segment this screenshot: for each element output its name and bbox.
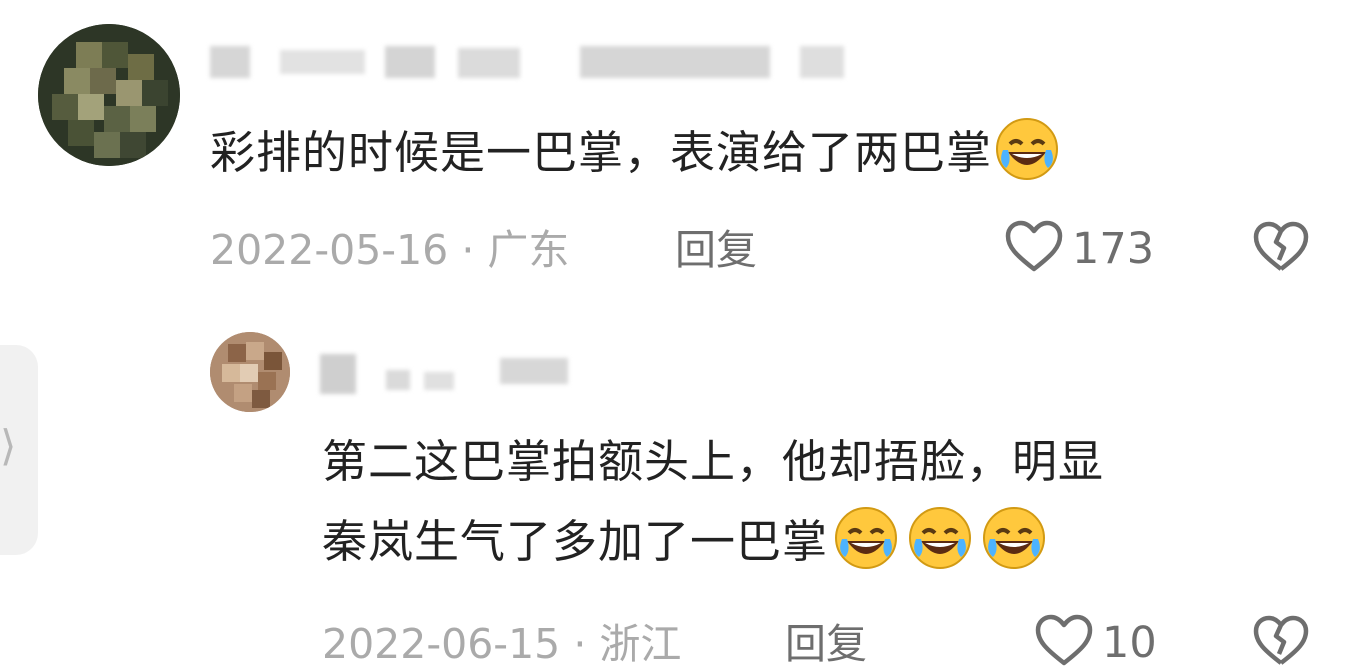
username-blurred[interactable] — [320, 352, 580, 396]
heart-outline-icon[interactable] — [1034, 613, 1094, 669]
comment-text-line: 第二这巴掌拍额头上，他却捂脸，明显 — [322, 435, 1105, 488]
laughing-emoji-icon — [978, 505, 1050, 596]
reply-button[interactable]: 回复 — [675, 222, 757, 278]
laughing-emoji-icon — [830, 505, 902, 596]
laughing-emoji-icon — [994, 116, 1060, 207]
broken-heart-icon[interactable] — [1252, 614, 1310, 668]
comment-text: 第二这巴掌拍额头上，他却捂脸，明显 秦岚生气了多加了一巴掌 — [322, 422, 1104, 596]
comment-location: 浙江 — [599, 620, 682, 668]
laughing-emoji-icon — [904, 505, 976, 596]
broken-heart-icon[interactable] — [1252, 220, 1310, 274]
comment-text-content: 彩排的时候是一巴掌，表演给了两巴掌 — [210, 126, 993, 179]
comment-text-line-2: 秦岚生气了多加了一巴掌 — [322, 502, 1104, 596]
reply-button[interactable]: 回复 — [785, 616, 867, 672]
meta-separator: · — [461, 226, 475, 274]
comment-meta: 2022-05-16 · 广东 — [210, 222, 569, 278]
username-blurred[interactable] — [210, 40, 844, 84]
meta-separator: · — [573, 620, 587, 668]
like-count: 10 — [1102, 618, 1157, 668]
comment-date: 2022-05-16 — [210, 226, 449, 274]
comment-meta: 2022-06-15 · 浙江 — [322, 616, 681, 672]
avatar[interactable] — [210, 332, 290, 412]
like-count: 173 — [1072, 224, 1155, 274]
comment-text-line: 秦岚生气了多加了一巴掌 — [322, 515, 829, 568]
avatar[interactable] — [38, 24, 180, 166]
heart-outline-icon[interactable] — [1004, 219, 1064, 275]
comment-date: 2022-06-15 — [322, 620, 561, 668]
comment-text: 彩排的时候是一巴掌，表演给了两巴掌 — [210, 113, 1060, 207]
chevron-right-icon[interactable]: ⟩ — [0, 421, 22, 471]
comment-location: 广东 — [487, 226, 570, 274]
